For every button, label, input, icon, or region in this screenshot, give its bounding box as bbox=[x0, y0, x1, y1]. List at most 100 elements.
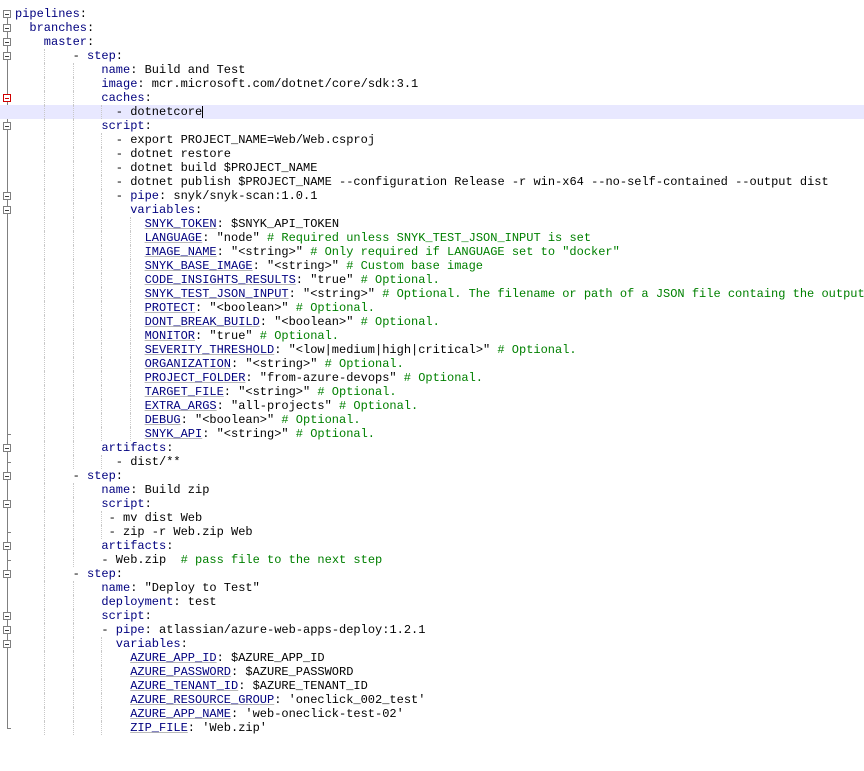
yaml-key: ORGANIZATION bbox=[144, 357, 232, 371]
code-line[interactable]: - Web.zip # pass file to the next step bbox=[0, 553, 864, 567]
code-line[interactable]: AZURE_PASSWORD: $AZURE_PASSWORD bbox=[0, 665, 864, 679]
code-line[interactable]: LANGUAGE: "node" # Required unless SNYK_… bbox=[0, 231, 864, 245]
code-line[interactable]: IMAGE_NAME: "<string>" # Only required i… bbox=[0, 245, 864, 259]
indent-guide bbox=[43, 525, 45, 539]
indent-guide bbox=[101, 637, 103, 651]
indent-guide bbox=[72, 427, 74, 441]
code-line[interactable]: - dist/** bbox=[0, 455, 864, 469]
yaml-key: DONT_BREAK_BUILD bbox=[144, 315, 260, 329]
yaml-value: $AZURE_TENANT_ID bbox=[252, 679, 368, 693]
indent-guide bbox=[101, 371, 103, 385]
indent-guide bbox=[43, 273, 45, 287]
code-line[interactable]: variables: bbox=[0, 203, 864, 217]
code-line[interactable]: PROJECT_FOLDER: "from-azure-devops" # Op… bbox=[0, 371, 864, 385]
indent-guide bbox=[101, 273, 103, 287]
code-line[interactable]: ORGANIZATION: "<string>" # Optional. bbox=[0, 357, 864, 371]
code-line[interactable]: - dotnet build $PROJECT_NAME bbox=[0, 161, 864, 175]
code-line[interactable]: - step: bbox=[0, 469, 864, 483]
code-line[interactable]: caches: bbox=[0, 91, 864, 105]
code-line[interactable]: PROTECT: "<boolean>" # Optional. bbox=[0, 301, 864, 315]
code-line[interactable]: DONT_BREAK_BUILD: "<boolean>" # Optional… bbox=[0, 315, 864, 329]
indent-guide bbox=[101, 651, 103, 665]
code-line[interactable]: - export PROJECT_NAME=Web/Web.csproj bbox=[0, 133, 864, 147]
code-line[interactable]: - dotnet restore bbox=[0, 147, 864, 161]
code-line[interactable]: DEBUG: "<boolean>" # Optional. bbox=[0, 413, 864, 427]
yaml-comment: # Optional. bbox=[360, 273, 440, 287]
code-line[interactable]: artifacts: bbox=[0, 539, 864, 553]
code-line[interactable]: - dotnetcore bbox=[0, 105, 864, 119]
code-line[interactable]: SEVERITY_THRESHOLD: "<low|medium|high|cr… bbox=[0, 343, 864, 357]
code-line[interactable]: - step: bbox=[0, 49, 864, 63]
yaml-key: SEVERITY_THRESHOLD bbox=[144, 343, 275, 357]
indent-guide bbox=[101, 679, 103, 693]
yaml-value: : bbox=[87, 21, 95, 35]
indent-guide bbox=[43, 539, 45, 553]
code-line[interactable]: deployment: test bbox=[0, 595, 864, 609]
indent-guide bbox=[43, 63, 45, 77]
code-line[interactable]: pipelines: bbox=[0, 7, 864, 21]
code-line[interactable]: - mv dist Web bbox=[0, 511, 864, 525]
code-line[interactable]: AZURE_APP_ID: $AZURE_APP_ID bbox=[0, 651, 864, 665]
code-line[interactable]: SNYK_BASE_IMAGE: "<string>" # Custom bas… bbox=[0, 259, 864, 273]
yaml-key: ZIP_FILE bbox=[130, 721, 188, 735]
yaml-value: : bbox=[115, 469, 123, 483]
indent-guide bbox=[43, 49, 45, 63]
code-line[interactable]: - dotnet publish $PROJECT_NAME --configu… bbox=[0, 175, 864, 189]
yaml-key: AZURE_RESOURCE_GROUP bbox=[130, 693, 275, 707]
yaml-key: script bbox=[101, 119, 145, 133]
code-line[interactable]: script: bbox=[0, 609, 864, 623]
code-line[interactable]: branches: bbox=[0, 21, 864, 35]
code-line[interactable]: SNYK_API: "<string>" # Optional. bbox=[0, 427, 864, 441]
yaml-value: : bbox=[115, 49, 123, 63]
code-line[interactable]: script: bbox=[0, 119, 864, 133]
code-line[interactable]: SNYK_TEST_JSON_INPUT: "<string>" # Optio… bbox=[0, 287, 864, 301]
code-line[interactable]: artifacts: bbox=[0, 441, 864, 455]
yaml-value: "node" bbox=[216, 231, 268, 245]
code-line[interactable]: - pipe: atlassian/azure-web-apps-deploy:… bbox=[0, 623, 864, 637]
yaml-value: - bbox=[115, 105, 131, 119]
indent-guide bbox=[130, 371, 132, 385]
code-line[interactable]: image: mcr.microsoft.com/dotnet/core/sdk… bbox=[0, 77, 864, 91]
code-line[interactable]: script: bbox=[0, 497, 864, 511]
code-line[interactable]: name: Build and Test bbox=[0, 63, 864, 77]
yaml-key: AZURE_APP_ID bbox=[130, 651, 217, 665]
indent-guide bbox=[130, 301, 132, 315]
yaml-value: Build zip bbox=[144, 483, 210, 497]
indent-guide bbox=[43, 609, 45, 623]
code-line[interactable]: - step: bbox=[0, 567, 864, 581]
code-line[interactable]: EXTRA_ARGS: "all-projects" # Optional. bbox=[0, 399, 864, 413]
code-line[interactable]: name: "Deploy to Test" bbox=[0, 581, 864, 595]
yaml-key: script bbox=[101, 497, 145, 511]
indent-guide bbox=[72, 133, 74, 147]
indent-guide bbox=[43, 161, 45, 175]
indent-guide bbox=[72, 245, 74, 259]
yaml-comment: # Optional. bbox=[295, 427, 376, 441]
yaml-value: - bbox=[72, 567, 87, 581]
code-line[interactable]: TARGET_FILE: "<string>" # Optional. bbox=[0, 385, 864, 399]
yaml-value: : bbox=[144, 623, 159, 637]
yaml-value: Web.zip bbox=[115, 553, 181, 567]
indent-guide bbox=[72, 231, 74, 245]
indent-guide bbox=[101, 301, 103, 315]
code-line[interactable]: - zip -r Web.zip Web bbox=[0, 525, 864, 539]
code-line[interactable]: AZURE_TENANT_ID: $AZURE_TENANT_ID bbox=[0, 679, 864, 693]
indent-guide bbox=[43, 581, 45, 595]
yaml-key: AZURE_APP_NAME bbox=[130, 707, 232, 721]
code-line[interactable]: AZURE_RESOURCE_GROUP: 'oneclick_002_test… bbox=[0, 693, 864, 707]
indent-guide bbox=[101, 259, 103, 273]
code-area[interactable]: pipelines: branches: master: - step: name: B… bbox=[0, 0, 864, 771]
indent-guide bbox=[43, 427, 45, 441]
code-line[interactable]: ZIP_FILE: 'Web.zip' bbox=[0, 721, 864, 735]
yaml-value: dist/** bbox=[130, 455, 181, 469]
code-line[interactable]: MONITOR: "true" # Optional. bbox=[0, 329, 864, 343]
code-line[interactable]: master: bbox=[0, 35, 864, 49]
code-line[interactable]: AZURE_APP_NAME: 'web-oneclick-test-02' bbox=[0, 707, 864, 721]
code-editor[interactable]: pipelines: branches: master: - step: name: B… bbox=[0, 0, 864, 771]
code-line[interactable]: name: Build zip bbox=[0, 483, 864, 497]
code-line[interactable]: CODE_INSIGHTS_RESULTS: "true" # Optional… bbox=[0, 273, 864, 287]
code-line[interactable]: SNYK_TOKEN: $SNYK_API_TOKEN bbox=[0, 217, 864, 231]
code-line[interactable]: - pipe: snyk/snyk-scan:1.0.1 bbox=[0, 189, 864, 203]
code-line[interactable]: variables: bbox=[0, 637, 864, 651]
indent-guide bbox=[43, 623, 45, 637]
indent-guide bbox=[72, 147, 74, 161]
